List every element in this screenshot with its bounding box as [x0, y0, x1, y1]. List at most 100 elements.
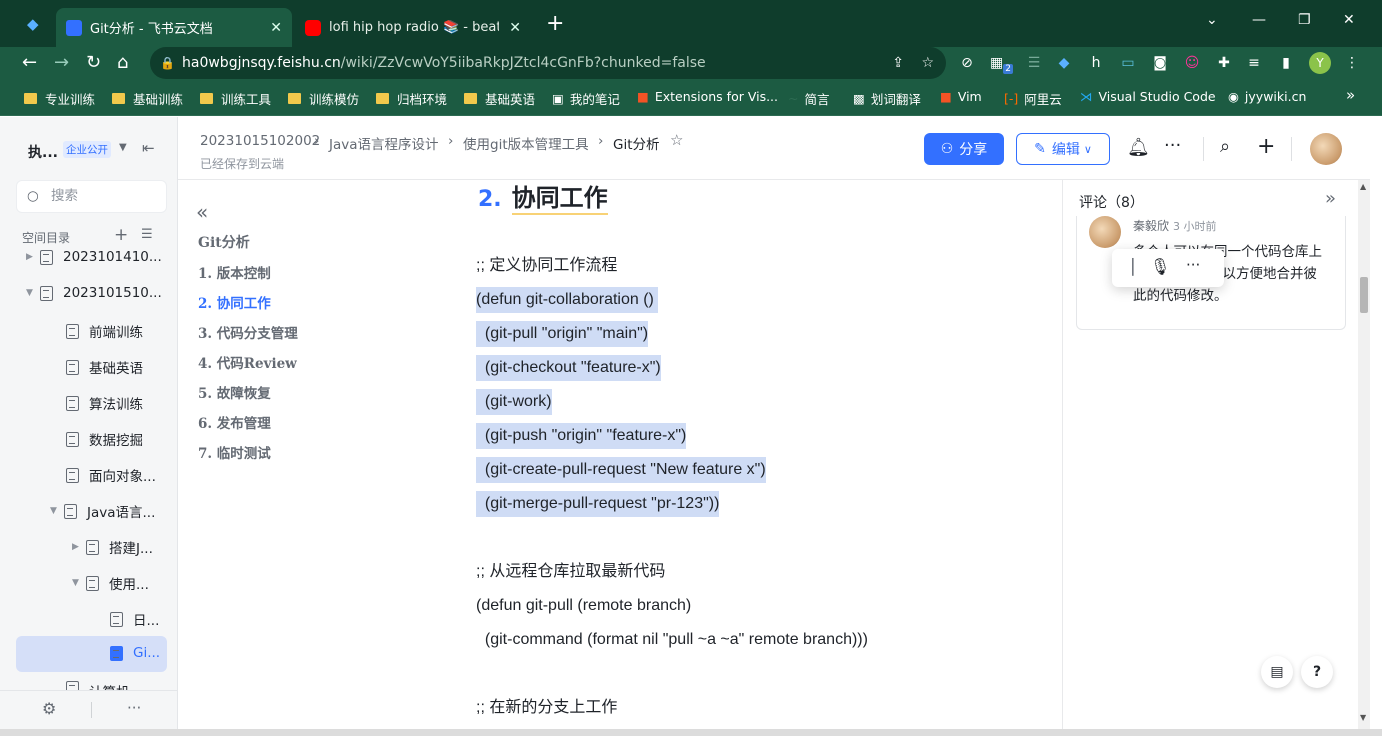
- extension-badge-icon[interactable]: ▦ 2: [990, 53, 1013, 74]
- gem-icon[interactable]: ◆: [27, 15, 39, 33]
- space-title[interactable]: 执...: [28, 142, 58, 162]
- extension-h-icon[interactable]: h: [1086, 53, 1106, 73]
- extension-list-icon[interactable]: ☰: [1024, 53, 1044, 73]
- bookmark-folder[interactable]: 基础英语: [464, 89, 535, 108]
- edit-button[interactable]: ✎ 编辑 ∨: [1016, 133, 1110, 165]
- breadcrumb-item[interactable]: 使用git版本管理工具: [463, 133, 589, 153]
- search-icon[interactable]: ⌕: [1220, 136, 1230, 157]
- bookmark-folder[interactable]: 训练工具: [200, 89, 271, 108]
- tab-git-analysis[interactable]: Git分析 - 飞书云文档 ✕: [56, 8, 292, 47]
- space-dropdown-icon[interactable]: ▼: [119, 142, 127, 153]
- add-icon[interactable]: +: [1257, 134, 1275, 159]
- bookmark-folder[interactable]: 训练模仿: [288, 89, 359, 108]
- code-line-selected[interactable]: (git-work): [476, 389, 552, 415]
- new-tab-button[interactable]: +: [546, 11, 564, 36]
- code-line-selected[interactable]: (git-push "origin" "feature-x"): [476, 423, 687, 449]
- notification-bell-icon[interactable]: 🔔︎: [1127, 137, 1150, 158]
- bookmark-notes[interactable]: ▣ 我的笔记: [552, 89, 620, 108]
- extension-cat-icon[interactable]: ☺: [1182, 53, 1202, 73]
- share-button[interactable]: ⚇ 分享: [924, 133, 1004, 165]
- forward-icon[interactable]: →: [54, 53, 69, 73]
- expand-icon[interactable]: ▶: [72, 542, 86, 552]
- tree-item[interactable]: 数据挖掘: [66, 429, 143, 449]
- tree-item[interactable]: 算法训练: [66, 393, 143, 413]
- collapse-icon[interactable]: ▼: [72, 578, 86, 588]
- code-line[interactable]: ;; 在新的分支上工作: [476, 695, 617, 721]
- text-cursor-icon[interactable]: ▕: [1122, 258, 1134, 276]
- outline-item[interactable]: 4. 代码Review: [198, 352, 297, 372]
- code-line-selected[interactable]: (git-checkout "feature-x"): [476, 355, 661, 381]
- close-panel-icon[interactable]: »: [1325, 188, 1336, 209]
- scroll-up-arrow-icon[interactable]: ▲: [1360, 182, 1366, 191]
- favorite-star-icon[interactable]: ☆: [670, 131, 683, 149]
- tree-item[interactable]: ▼ 使用...: [72, 573, 149, 593]
- bookmarks-more[interactable]: »: [1346, 86, 1355, 104]
- search-input[interactable]: ○ 搜索: [16, 180, 167, 213]
- tree-item[interactable]: 前端训练: [66, 321, 143, 341]
- bookmark-vscode[interactable]: ⋊ Visual Studio Code: [1080, 89, 1216, 104]
- breadcrumb-item[interactable]: 20231015102002: [200, 133, 320, 149]
- code-line[interactable]: (git-command (format nil "pull ~a ~a" re…: [476, 627, 868, 653]
- scroll-down-arrow-icon[interactable]: ▼: [1360, 713, 1366, 722]
- side-panel-icon[interactable]: ▮: [1276, 53, 1296, 73]
- bookmark-folder[interactable]: 基础训练: [112, 89, 183, 108]
- home-icon[interactable]: ⌂: [117, 53, 128, 73]
- bookmark-jyywiki[interactable]: ◉ jyywiki.cn: [1228, 89, 1306, 104]
- bookmark-aliyun[interactable]: [-] 阿里云: [1004, 89, 1062, 108]
- outline-item-active[interactable]: 2. 协同工作: [198, 292, 271, 312]
- tree-item[interactable]: ▼ Java语言...: [50, 501, 155, 521]
- collapse-icon[interactable]: ▼: [26, 288, 40, 298]
- expand-icon[interactable]: ▶: [26, 252, 40, 262]
- tree-options-icon[interactable]: ☰: [141, 227, 153, 242]
- bookmark-folder[interactable]: 专业训练: [24, 89, 95, 108]
- doc-body[interactable]: 2. 协同工作 ;; 定义协同工作流程 (defun git-collabora…: [458, 180, 1062, 729]
- tree-item-current[interactable]: Gi...: [110, 645, 160, 661]
- outline-item[interactable]: 7. 临时测试: [198, 442, 271, 462]
- reading-list-icon[interactable]: ≡: [1244, 53, 1264, 73]
- tree-item[interactable]: ▶ 搭建J...: [72, 537, 153, 557]
- more-options-icon[interactable]: ···: [1186, 256, 1200, 274]
- bookmark-translate[interactable]: ▩ 划词翻译: [853, 89, 921, 108]
- outline-title[interactable]: Git分析: [198, 232, 250, 252]
- user-avatar[interactable]: [1310, 133, 1342, 165]
- doc-scrollbar[interactable]: ▲ ▼: [1358, 180, 1370, 729]
- close-window-icon[interactable]: ✕: [1343, 12, 1355, 28]
- tree-item[interactable]: 面向对象...: [66, 465, 156, 485]
- collapse-sidebar-icon[interactable]: ⇤: [142, 139, 155, 157]
- microphone-icon[interactable]: 🎙︎: [1150, 257, 1170, 276]
- close-tab-icon[interactable]: ✕: [270, 20, 282, 36]
- outline-item[interactable]: 1. 版本控制: [198, 262, 271, 282]
- bookmark-jianyan[interactable]: ~ 简言: [788, 89, 830, 108]
- collapse-icon[interactable]: ▼: [50, 506, 64, 516]
- back-icon[interactable]: ←: [22, 53, 37, 73]
- add-page-icon[interactable]: +: [114, 225, 128, 245]
- breadcrumb-item[interactable]: Java语言程序设计: [329, 133, 439, 153]
- code-line-selected[interactable]: (git-merge-pull-request "pr-123")): [476, 491, 720, 517]
- tree-item[interactable]: ▼ 2023101510...: [26, 285, 162, 301]
- outline-item[interactable]: 5. 故障恢复: [198, 382, 271, 402]
- code-line-selected[interactable]: (git-pull "origin" "main"): [476, 321, 649, 347]
- scroll-thumb[interactable]: [1360, 277, 1368, 313]
- code-line[interactable]: (defun git-pull (remote branch): [476, 593, 691, 619]
- bookmark-vim[interactable]: ■ Vim: [940, 89, 982, 104]
- more-options-icon[interactable]: ···: [1164, 135, 1181, 156]
- bookmark-star-icon[interactable]: ☆: [921, 47, 934, 79]
- settings-gear-icon[interactable]: ⚙: [42, 699, 56, 718]
- tree-item[interactable]: 日...: [110, 609, 159, 629]
- address-bar[interactable]: 🔒 ha0wbgjnsqy.feishu.cn/wiki/ZzVcwVoY5ii…: [150, 47, 946, 79]
- code-line[interactable]: ;; 从远程仓库拉取最新代码: [476, 559, 665, 585]
- tree-item[interactable]: 基础英语: [66, 357, 143, 377]
- profile-avatar[interactable]: Y: [1309, 52, 1331, 74]
- extension-gem-icon[interactable]: ◆: [1054, 53, 1074, 73]
- outline-item[interactable]: 6. 发布管理: [198, 412, 271, 432]
- reload-icon[interactable]: ↻: [86, 53, 101, 73]
- extensions-puzzle-icon[interactable]: ✚: [1214, 53, 1234, 73]
- minimize-icon[interactable]: —: [1252, 12, 1266, 28]
- outline-item[interactable]: 3. 代码分支管理: [198, 322, 298, 342]
- template-icon[interactable]: ▤: [1261, 656, 1293, 688]
- close-tab-icon[interactable]: ✕: [509, 20, 521, 36]
- tab-lofi[interactable]: lofi hip hop radio 📚 - beats t ✕: [295, 8, 531, 47]
- tree-item[interactable]: ▶ 2023101410...: [26, 249, 162, 265]
- bookmark-extensions[interactable]: ■ Extensions for Vis...: [637, 89, 778, 104]
- more-options-icon[interactable]: ···: [127, 699, 141, 717]
